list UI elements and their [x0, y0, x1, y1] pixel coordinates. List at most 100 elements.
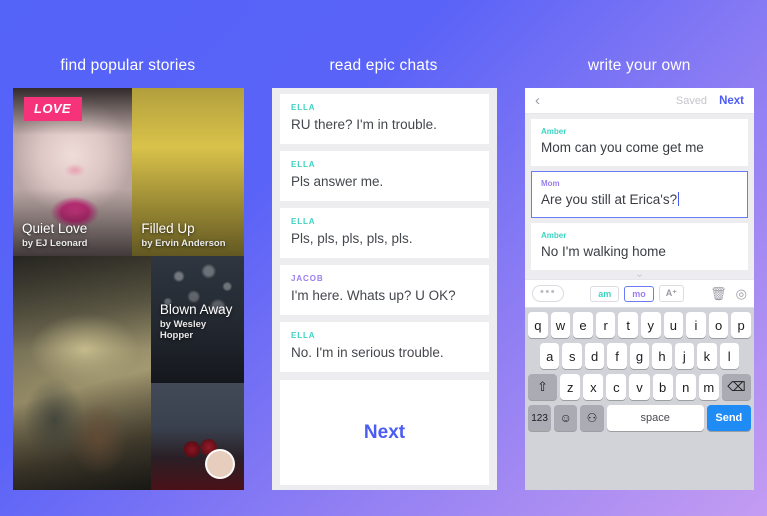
key-n[interactable]: n	[675, 374, 696, 400]
story-tile-couple[interactable]	[13, 256, 151, 490]
saved-status-label: Saved	[675, 94, 708, 107]
key-s[interactable]: s	[562, 343, 582, 369]
text-caret	[678, 192, 680, 206]
compose-message-text: Mom can you come get me	[541, 140, 704, 155]
emoji-key-icon[interactable]: ☺	[554, 405, 578, 431]
heading-write-own: write your own	[587, 56, 691, 74]
key-q[interactable]: q	[528, 312, 548, 338]
chat-message-card[interactable]: ELLA RU there? I'm in trouble.	[280, 94, 489, 144]
story-tile-filled-up[interactable]: Filled Up by Ervin Anderson	[132, 88, 244, 256]
stories-top-row: LOVE Quiet Love by EJ Leonard Filled Up …	[13, 88, 244, 256]
key-k[interactable]: k	[697, 343, 717, 369]
key-o[interactable]: o	[708, 312, 729, 338]
next-button[interactable]: Next	[280, 380, 489, 485]
chat-message-card[interactable]: ELLA Pls answer me.	[280, 151, 489, 201]
stories-panel: LOVE Quiet Love by EJ Leonard Filled Up …	[13, 88, 244, 490]
key-p[interactable]: p	[731, 312, 751, 338]
more-options-button[interactable]: •••	[532, 285, 565, 302]
story-caption: Quiet Love by EJ Leonard	[22, 221, 126, 249]
keyboard-row-3: ⇧ z x c v b n m ⌫	[528, 374, 751, 400]
shift-key-icon[interactable]: ⇧	[528, 374, 558, 400]
key-m[interactable]: m	[698, 374, 719, 400]
chat-message-card[interactable]: JACOB I'm here. Whats up? U OK?	[280, 265, 489, 315]
chat-message-card[interactable]: ELLA No. I'm in serious trouble.	[280, 322, 489, 372]
key-b[interactable]: b	[652, 374, 673, 400]
chats-panel: ELLA RU there? I'm in trouble. ELLA Pls …	[272, 88, 497, 490]
story-title: Blown Away	[159, 302, 233, 317]
compose-message-list: Amber Mom can you come get me Mom Are yo…	[525, 114, 754, 280]
key-f[interactable]: f	[607, 343, 627, 369]
key-r[interactable]: r	[595, 312, 616, 338]
backspace-key-icon[interactable]: ⌫	[721, 374, 751, 400]
key-u[interactable]: u	[663, 312, 684, 338]
heading-read-chats: read epic chats	[329, 56, 438, 74]
chat-message-text: RU there? I'm in trouble.	[291, 117, 437, 132]
stories-bottom-row: Blown Away by Wesley Hopper	[13, 256, 244, 490]
keyboard-row-4: 123 ☺ ⚇ space Send	[528, 405, 751, 431]
keyboard-row-2: a s d f g h j k l	[528, 343, 751, 369]
key-y[interactable]: y	[641, 312, 661, 338]
stories-right-column: Blown Away by Wesley Hopper	[150, 256, 244, 490]
key-l[interactable]: l	[719, 343, 739, 369]
chat-message-text: Pls, pls, pls, pls, pls.	[291, 231, 413, 246]
compose-header: ‹ Saved Next	[525, 88, 754, 114]
compose-message-card[interactable]: Amber No I'm walking home	[531, 223, 748, 270]
key-j[interactable]: j	[674, 343, 695, 369]
space-key[interactable]: space	[606, 405, 704, 431]
compose-toolbar: ••• am mo A⁺ 🗑 ◎	[525, 279, 754, 308]
chat-sender-name: JACOB	[291, 274, 324, 283]
key-g[interactable]: g	[629, 343, 650, 369]
next-button-label: Next	[363, 421, 406, 443]
chat-message-text: No. I'm in serious trouble.	[291, 345, 444, 360]
chat-sender-name: ELLA	[291, 103, 316, 112]
key-t[interactable]: t	[618, 312, 638, 338]
key-c[interactable]: c	[606, 374, 627, 400]
compose-message-text: Are you still at Erica's?	[541, 192, 678, 207]
back-chevron-icon[interactable]: ‹	[535, 93, 540, 108]
key-w[interactable]: w	[550, 312, 571, 338]
compose-message-card-active[interactable]: Mom Are you still at Erica's?	[531, 171, 748, 218]
chat-sender-name: ELLA	[291, 160, 316, 169]
compose-sender-name: Mom	[541, 179, 560, 188]
compose-sender-name: Amber	[541, 231, 567, 240]
story-tile-roses[interactable]	[150, 382, 244, 490]
compose-message-text: No I'm walking home	[541, 244, 666, 259]
key-d[interactable]: d	[584, 343, 605, 369]
story-title: Quiet Love	[22, 221, 88, 236]
story-tile-blown-away[interactable]: Blown Away by Wesley Hopper	[150, 256, 244, 383]
trash-icon[interactable]: 🗑	[710, 287, 727, 300]
story-author: by Ervin Anderson	[141, 238, 226, 249]
chat-message-card[interactable]: ELLA Pls, pls, pls, pls, pls.	[280, 208, 489, 258]
story-caption: Blown Away by Wesley Hopper	[160, 302, 238, 341]
key-i[interactable]: i	[686, 312, 706, 338]
story-caption: Filled Up by Ervin Anderson	[141, 221, 238, 249]
compose-message-card[interactable]: Amber Mom can you come get me	[531, 119, 748, 166]
key-v[interactable]: v	[629, 374, 650, 400]
panel-headings: find popular stories read epic chats wri…	[0, 0, 767, 85]
key-h[interactable]: h	[652, 343, 672, 369]
speaker-chip-mo[interactable]: mo	[624, 285, 654, 302]
key-z[interactable]: z	[560, 374, 581, 400]
key-a[interactable]: a	[540, 343, 560, 369]
story-artwork-couple	[13, 256, 151, 490]
compose-message-input[interactable]: Are you still at Erica's?	[541, 191, 738, 208]
numbers-key[interactable]: 123	[528, 405, 552, 431]
chat-message-text: I'm here. Whats up? U OK?	[291, 288, 456, 303]
chat-sender-name: ELLA	[291, 331, 316, 340]
chevron-down-icon[interactable]: ⌄	[531, 269, 748, 280]
story-author: by Wesley Hopper	[159, 319, 207, 341]
compose-panel: ‹ Saved Next Amber Mom can you come get …	[525, 88, 754, 490]
avatar	[205, 449, 235, 479]
speaker-chip-am[interactable]: am	[590, 285, 620, 302]
chat-message-text: Pls answer me.	[291, 174, 384, 189]
send-key[interactable]: Send	[706, 405, 751, 431]
key-e[interactable]: e	[573, 312, 593, 338]
story-title: Filled Up	[141, 221, 195, 236]
keyboard-row-1: q w e r t y u i o p	[528, 312, 751, 338]
add-person-icon[interactable]: A⁺	[658, 285, 684, 302]
microphone-key-icon[interactable]: ⚇	[580, 405, 604, 431]
story-tile-quiet-love[interactable]: LOVE Quiet Love by EJ Leonard	[13, 88, 133, 256]
next-button[interactable]: Next	[719, 95, 744, 107]
key-x[interactable]: x	[583, 374, 604, 400]
camera-icon[interactable]: ◎	[736, 287, 747, 300]
